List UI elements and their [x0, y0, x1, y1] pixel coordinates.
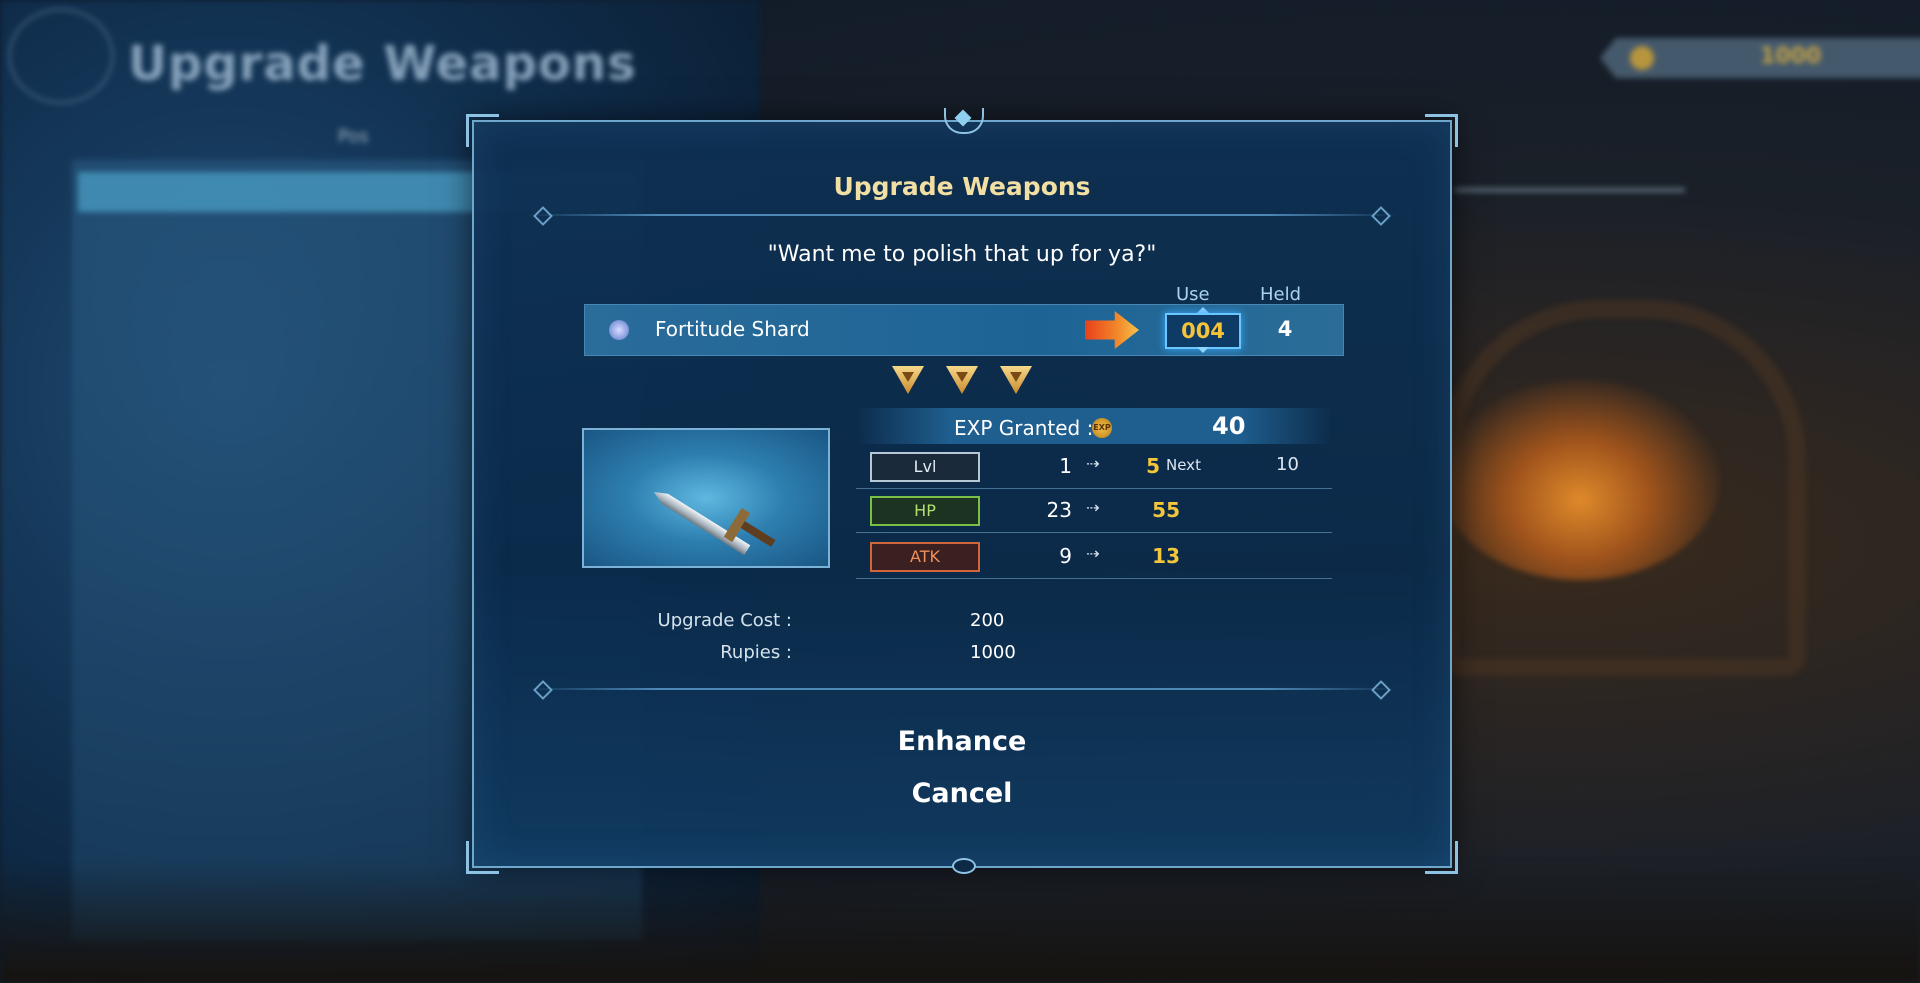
decrease-use-icon[interactable]	[1197, 347, 1209, 353]
hp-new: 55	[1152, 498, 1180, 522]
rank-emblem-icon	[1000, 366, 1032, 394]
upgrade-cost-label: Upgrade Cost :	[657, 610, 792, 631]
material-name: Fortitude Shard	[655, 317, 810, 341]
hp-current: 23	[1046, 498, 1072, 522]
rank-emblem-icon	[946, 366, 978, 394]
frame-corner-ornament	[466, 114, 499, 147]
double-arrow-icon: ⇢	[1086, 454, 1100, 473]
smith-quote: "Want me to polish that up for ya?"	[767, 242, 1157, 267]
rupies-value: 1000	[970, 642, 1016, 663]
level-tag: Lvl	[870, 452, 980, 482]
background-floor	[0, 860, 1920, 983]
dialog-title: Upgrade Weapons	[833, 172, 1091, 201]
next-level-value: 10	[1276, 454, 1299, 475]
held-column-header: Held	[1260, 284, 1302, 305]
divider	[526, 214, 1398, 216]
level-current: 1	[1059, 454, 1072, 478]
frame-corner-ornament	[1425, 114, 1458, 147]
atk-new: 13	[1152, 544, 1180, 568]
forge-fire	[1440, 380, 1720, 580]
material-row[interactable]: Fortitude Shard 004 4	[584, 304, 1344, 356]
crest-emblem-icon	[8, 8, 114, 104]
top-crest-ornament	[944, 108, 984, 134]
level-new: 5	[1146, 454, 1160, 478]
bottom-ornament	[952, 858, 976, 874]
atk-current: 9	[1059, 544, 1072, 568]
background-currency-value: 1000	[1760, 44, 1822, 69]
enhance-button[interactable]: Enhance	[474, 726, 1450, 757]
use-column-header: Use	[1176, 284, 1210, 305]
frame-corner-ornament	[466, 841, 499, 874]
stat-row-atk: ATK 9 ⇢ 13	[856, 534, 1332, 579]
double-arrow-icon: ⇢	[1086, 498, 1100, 517]
hp-tag: HP	[870, 496, 980, 526]
rank-emblem-icon	[892, 366, 924, 394]
stat-row-level: Lvl 1 ⇢ 5 Next 10	[856, 444, 1332, 489]
upgrade-cost-value: 200	[970, 610, 1005, 631]
cancel-button[interactable]: Cancel	[474, 778, 1450, 809]
stat-row-hp: HP 23 ⇢ 55	[856, 488, 1332, 533]
use-quantity-stepper[interactable]: 004	[1165, 313, 1241, 349]
background-page-title: Upgrade Weapons	[128, 36, 637, 92]
arrow-right-icon	[1085, 311, 1139, 349]
next-level-label: Next	[1166, 456, 1201, 474]
exp-icon: EXP	[1092, 418, 1112, 438]
background-pos-label: Pos	[338, 126, 369, 147]
frame-corner-ornament	[1425, 841, 1458, 874]
exp-granted-label: EXP Granted :	[954, 416, 1094, 440]
coin-icon	[1630, 46, 1654, 70]
gem-icon	[954, 109, 972, 127]
atk-tag: ATK	[870, 542, 980, 572]
double-arrow-icon: ⇢	[1086, 544, 1100, 563]
exp-granted-value: 40	[1212, 412, 1246, 440]
held-quantity: 4	[1277, 317, 1293, 341]
shard-icon	[609, 320, 629, 340]
rupies-label: Rupies :	[720, 642, 792, 663]
upgrade-dialog: Upgrade Weapons "Want me to polish that …	[466, 108, 1458, 874]
background-traits-tab	[1455, 170, 1685, 192]
weapon-preview	[582, 428, 830, 568]
divider	[526, 688, 1398, 690]
